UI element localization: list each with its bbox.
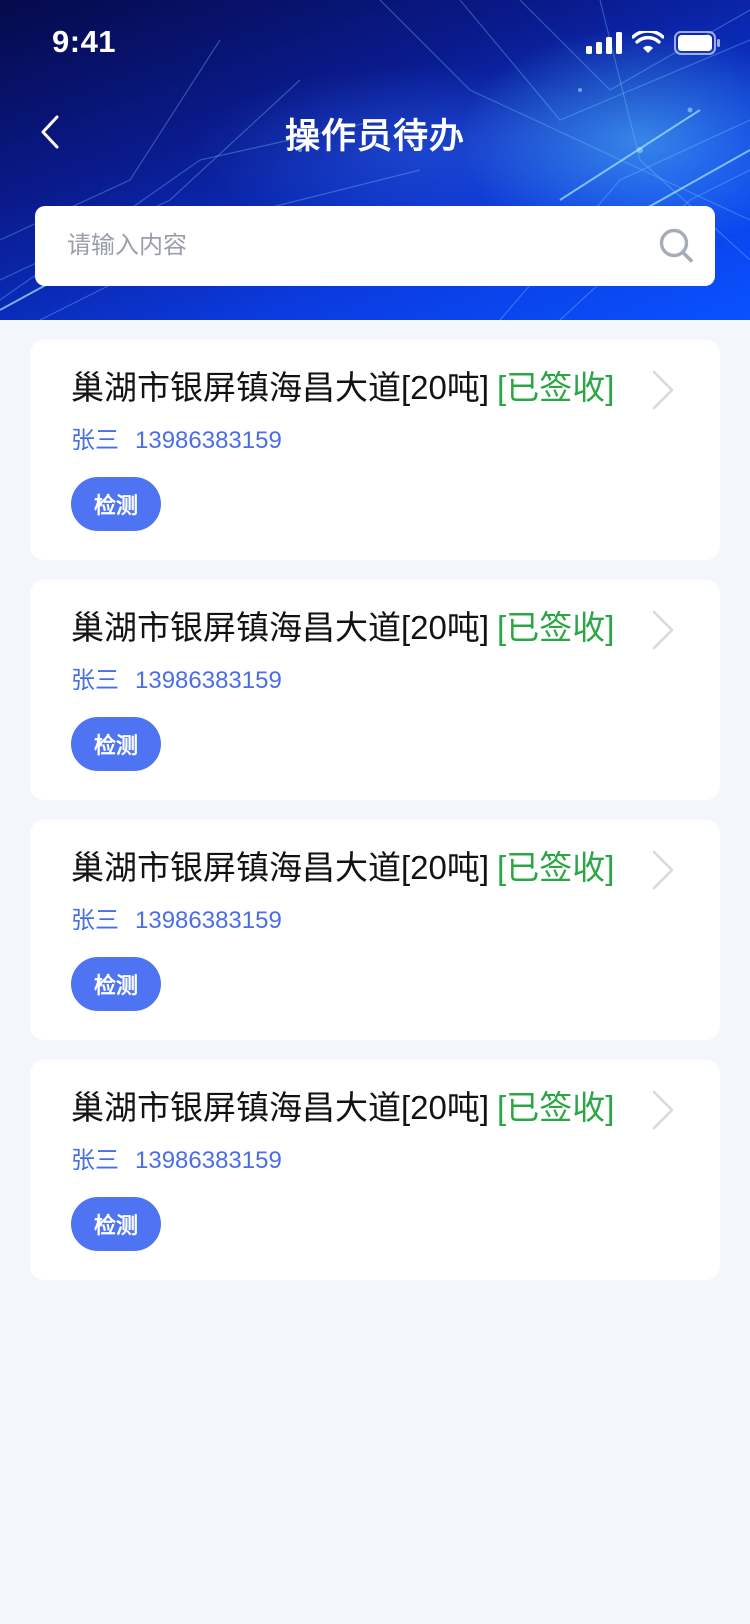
detect-button[interactable]: 检测 bbox=[71, 477, 161, 531]
contact-name: 张三 bbox=[71, 907, 119, 934]
task-list: 巢湖市银屏镇海昌大道[20吨] [已签收] 张三 13986383159 检测 巢湖… bbox=[30, 340, 720, 1300]
status-time: 9:41 bbox=[52, 24, 117, 59]
signal-icon bbox=[586, 32, 622, 54]
task-contact: 张三 13986383159 bbox=[71, 420, 282, 455]
task-title: 巢湖市银屏镇海昌大道[20吨] [已签收] bbox=[71, 846, 614, 890]
task-address: 巢湖市银屏镇海昌大道[20吨] bbox=[71, 369, 490, 406]
task-card[interactable]: 巢湖市银屏镇海昌大道[20吨] [已签收] 张三 13986383159 检测 bbox=[30, 340, 720, 560]
detect-button[interactable]: 检测 bbox=[71, 1197, 161, 1251]
task-card[interactable]: 巢湖市银屏镇海昌大道[20吨] [已签收] 张三 13986383159 检测 bbox=[30, 580, 720, 800]
task-address: 巢湖市银屏镇海昌大道[20吨] bbox=[71, 609, 490, 646]
status-bar: 9:41 bbox=[0, 0, 750, 88]
task-address: 巢湖市银屏镇海昌大道[20吨] bbox=[71, 1089, 490, 1126]
contact-name: 张三 bbox=[71, 1147, 119, 1174]
page-title: 操作员待办 bbox=[284, 117, 465, 156]
chevron-right-icon[interactable] bbox=[650, 608, 676, 652]
detect-button[interactable]: 检测 bbox=[71, 957, 161, 1011]
task-card[interactable]: 巢湖市银屏镇海昌大道[20吨] [已签收] 张三 13986383159 检测 bbox=[30, 1060, 720, 1280]
task-contact: 张三 13986383159 bbox=[71, 660, 282, 695]
task-status-badge: [已签收] bbox=[497, 849, 615, 886]
nav-bar: 操作员待办 bbox=[0, 88, 750, 176]
task-card[interactable]: 巢湖市银屏镇海昌大道[20吨] [已签收] 张三 13986383159 检测 bbox=[30, 820, 720, 1040]
battery-icon bbox=[674, 31, 720, 55]
task-title: 巢湖市银屏镇海昌大道[20吨] [已签收] bbox=[71, 606, 614, 650]
contact-phone: 13986383159 bbox=[135, 667, 282, 694]
header-banner: 9:41 操作员待办 bbox=[0, 0, 750, 320]
chevron-right-icon[interactable] bbox=[650, 368, 676, 412]
search-icon[interactable] bbox=[657, 226, 697, 266]
task-status-badge: [已签收] bbox=[497, 369, 615, 406]
task-status-badge: [已签收] bbox=[497, 1089, 615, 1126]
task-title: 巢湖市银屏镇海昌大道[20吨] [已签收] bbox=[71, 1086, 614, 1130]
contact-phone: 13986383159 bbox=[135, 427, 282, 454]
chevron-right-icon[interactable] bbox=[650, 1088, 676, 1132]
contact-phone: 13986383159 bbox=[135, 907, 282, 934]
wifi-icon bbox=[632, 31, 664, 53]
task-contact: 张三 13986383159 bbox=[71, 1140, 282, 1175]
task-contact: 张三 13986383159 bbox=[71, 900, 282, 935]
detect-button[interactable]: 检测 bbox=[71, 717, 161, 771]
search-box bbox=[35, 206, 715, 286]
task-status-badge: [已签收] bbox=[497, 609, 615, 646]
task-address: 巢湖市银屏镇海昌大道[20吨] bbox=[71, 849, 490, 886]
contact-name: 张三 bbox=[71, 667, 119, 694]
contact-phone: 13986383159 bbox=[135, 1147, 282, 1174]
chevron-right-icon[interactable] bbox=[650, 848, 676, 892]
search-input[interactable] bbox=[67, 206, 647, 286]
contact-name: 张三 bbox=[71, 427, 119, 454]
status-icons bbox=[586, 31, 720, 55]
task-title: 巢湖市银屏镇海昌大道[20吨] [已签收] bbox=[71, 366, 614, 410]
